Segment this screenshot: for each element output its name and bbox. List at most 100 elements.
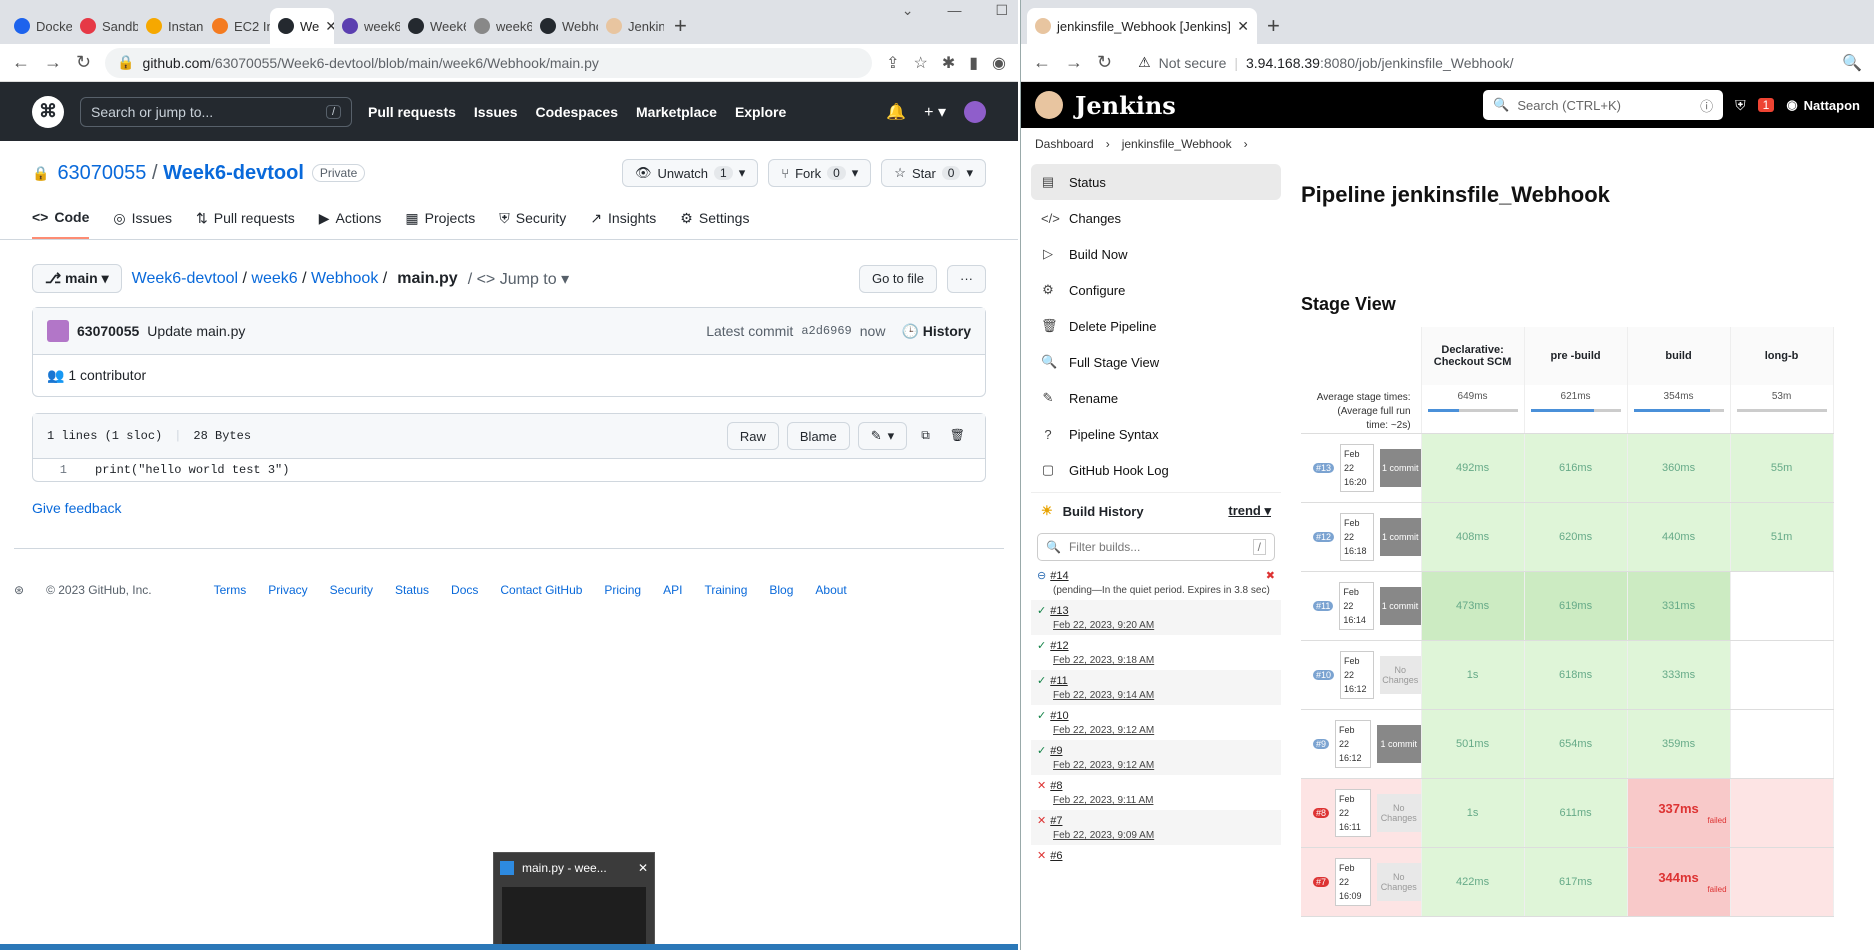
stage-cell[interactable]: 408ms — [1420, 502, 1525, 572]
trend-link[interactable]: trend ▾ — [1228, 503, 1271, 519]
stage-cell[interactable]: 611ms — [1523, 778, 1628, 848]
forward-icon[interactable]: → — [44, 52, 62, 73]
profile-icon[interactable]: ◉ — [992, 53, 1006, 73]
user-avatar[interactable] — [964, 100, 986, 123]
close-icon[interactable]: ✕ — [325, 18, 334, 35]
build-number-badge[interactable]: #12 — [1313, 532, 1335, 542]
repo-tab-actions[interactable]: ▶ Actions — [319, 209, 382, 239]
back-icon[interactable]: ← — [1033, 52, 1051, 73]
global-nav-link[interactable]: Explore — [735, 104, 786, 120]
build-number[interactable]: #8 — [1050, 780, 1062, 792]
filter-builds-input[interactable]: 🔍 Filter builds... / — [1037, 533, 1275, 561]
browser-tab[interactable]: Week6 — [400, 8, 466, 44]
footer-link[interactable]: Pricing — [604, 583, 641, 597]
reload-icon[interactable]: ↻ — [76, 52, 91, 73]
browser-tab[interactable]: Jenkin — [598, 8, 664, 44]
repo-tab-projects[interactable]: ▦ Projects — [405, 209, 475, 239]
build-history-item[interactable]: ✓ #13 Feb 22, 2023, 9:20 AM — [1031, 600, 1281, 635]
give-feedback-link[interactable]: Give feedback — [32, 500, 986, 516]
build-number[interactable]: #13 — [1050, 605, 1068, 617]
footer-link[interactable]: Privacy — [268, 583, 307, 597]
browser-tab[interactable]: Docke — [6, 8, 72, 44]
changes-badge[interactable]: 1 commit — [1379, 449, 1421, 487]
build-number[interactable]: #12 — [1050, 640, 1068, 652]
footer-link[interactable]: Training — [704, 583, 747, 597]
chevron-down-icon[interactable]: ⌄ — [902, 2, 914, 19]
browser-tab[interactable]: Webho — [532, 8, 598, 44]
changes-badge[interactable]: 1 commit — [1379, 587, 1421, 625]
maximize-icon[interactable]: ☐ — [995, 2, 1008, 19]
jenkins-logo[interactable]: Jenkins — [1075, 91, 1176, 120]
stage-cell[interactable]: 654ms — [1523, 709, 1628, 779]
commit-message[interactable]: Update main.py — [147, 323, 245, 339]
sidebar-item-changes[interactable]: </> Changes — [1031, 200, 1281, 236]
build-number-badge[interactable]: #10 — [1313, 670, 1335, 680]
plus-icon[interactable]: + ▾ — [924, 102, 946, 122]
contributors-row[interactable]: 👥 1 contributor — [33, 355, 985, 396]
repo-tab-issues[interactable]: ◎ Issues — [113, 209, 172, 239]
breadcrumb-job[interactable]: jenkinsfile_Webhook — [1122, 137, 1232, 151]
footer-link[interactable]: Status — [395, 583, 429, 597]
build-date[interactable]: (pending—In the quiet period. Expires in… — [1053, 585, 1275, 596]
sidebar-item-github-hook-log[interactable]: ▢ GitHub Hook Log — [1031, 452, 1281, 488]
repo-name-link[interactable]: Week6-devtool — [163, 162, 304, 184]
global-nav-link[interactable]: Pull requests — [368, 104, 456, 120]
stage-cell[interactable]: 51m — [1729, 502, 1834, 572]
go-to-file-button[interactable]: Go to file — [858, 264, 937, 293]
browser-tab[interactable]: week6 — [466, 8, 532, 44]
build-date[interactable]: Feb 22, 2023, 9:14 AM — [1053, 690, 1275, 701]
close-icon[interactable]: ✕ — [638, 861, 648, 875]
stage-cell[interactable]: 1s — [1420, 640, 1525, 710]
build-number-badge[interactable]: #13 — [1313, 463, 1335, 473]
breadcrumb-link[interactable]: Week6-devtool — [132, 270, 238, 287]
breadcrumb-link[interactable]: week6 — [251, 270, 297, 287]
changes-badge[interactable]: 1 commit — [1379, 518, 1421, 556]
build-history-item[interactable]: ✓ #9 Feb 22, 2023, 9:12 AM — [1031, 740, 1281, 775]
sidebar-item-delete-pipeline[interactable]: 🗑 Delete Pipeline — [1031, 308, 1281, 344]
global-nav-link[interactable]: Codespaces — [536, 104, 618, 120]
breadcrumb-link[interactable]: Webhook — [311, 270, 378, 287]
footer-link[interactable]: Blog — [769, 583, 793, 597]
unwatch-button[interactable]: 👁 Unwatch 1 ▾ — [621, 159, 759, 187]
browser-tab[interactable]: Sandb — [72, 8, 138, 44]
build-number[interactable]: #6 — [1050, 850, 1062, 862]
back-icon[interactable]: ← — [12, 52, 30, 73]
forward-icon[interactable]: → — [1065, 52, 1083, 73]
footer-link[interactable]: Security — [330, 583, 373, 597]
stage-cell[interactable]: 616ms — [1523, 433, 1628, 503]
sidebar-item-pipeline-syntax[interactable]: ? Pipeline Syntax — [1031, 416, 1281, 452]
footer-link[interactable]: Docs — [451, 583, 478, 597]
repo-tab-code[interactable]: <> Code — [32, 209, 90, 239]
address-bar[interactable]: ⚠ Not secure | 3.94.168.39:8080/job/jenk… — [1126, 47, 1829, 78]
build-history-item[interactable]: ⊖ #14 ✖ (pending—In the quiet period. Expir… — [1031, 565, 1281, 600]
jenkins-tab[interactable]: jenkinsfile_Webhook [Jenkins] ✕ — [1027, 8, 1257, 44]
edit-file-button[interactable]: ✎ ▾ — [857, 422, 908, 450]
build-number-badge[interactable]: #8 — [1313, 808, 1330, 818]
taskbar-window-preview[interactable]: main.py - wee... ✕ — [493, 852, 655, 950]
bookmark-star-icon[interactable]: ☆ — [913, 53, 927, 73]
repo-owner-link[interactable]: 63070055 — [57, 162, 146, 184]
zoom-icon[interactable]: 🔍 — [1842, 53, 1862, 73]
bell-icon[interactable]: 🔔 — [886, 102, 906, 122]
build-history-item[interactable]: ✕ #8 Feb 22, 2023, 9:11 AM — [1031, 775, 1281, 810]
global-nav-link[interactable]: Issues — [474, 104, 518, 120]
browser-tab[interactable]: week6 — [334, 8, 400, 44]
browser-tab[interactable]: EC2 In — [204, 8, 270, 44]
repo-tab-insights[interactable]: ↗ Insights — [590, 209, 656, 239]
commit-sha[interactable]: a2d6969 — [801, 324, 851, 338]
more-options-button[interactable]: ··· — [947, 264, 986, 293]
copy-icon[interactable]: ⧉ — [915, 422, 936, 450]
build-date[interactable]: Feb 22, 2023, 9:12 AM — [1053, 725, 1275, 736]
share-icon[interactable]: ⇪ — [886, 53, 899, 73]
build-number[interactable]: #10 — [1050, 710, 1068, 722]
global-nav-link[interactable]: Marketplace — [636, 104, 717, 120]
line-number[interactable]: 1 — [47, 463, 67, 477]
stage-cell[interactable]: 360ms — [1626, 433, 1731, 503]
footer-link[interactable]: About — [815, 583, 846, 597]
footer-github-logo-icon[interactable]: ⊛ — [14, 583, 24, 597]
jump-to-menu[interactable]: / <> Jump to ▾ — [468, 269, 569, 289]
stage-cell[interactable]: 473ms — [1421, 571, 1525, 641]
raw-button[interactable]: Raw — [726, 422, 779, 450]
browser-tab[interactable]: We ✕ — [270, 8, 334, 44]
changes-badge[interactable]: No Changes — [1376, 794, 1421, 832]
